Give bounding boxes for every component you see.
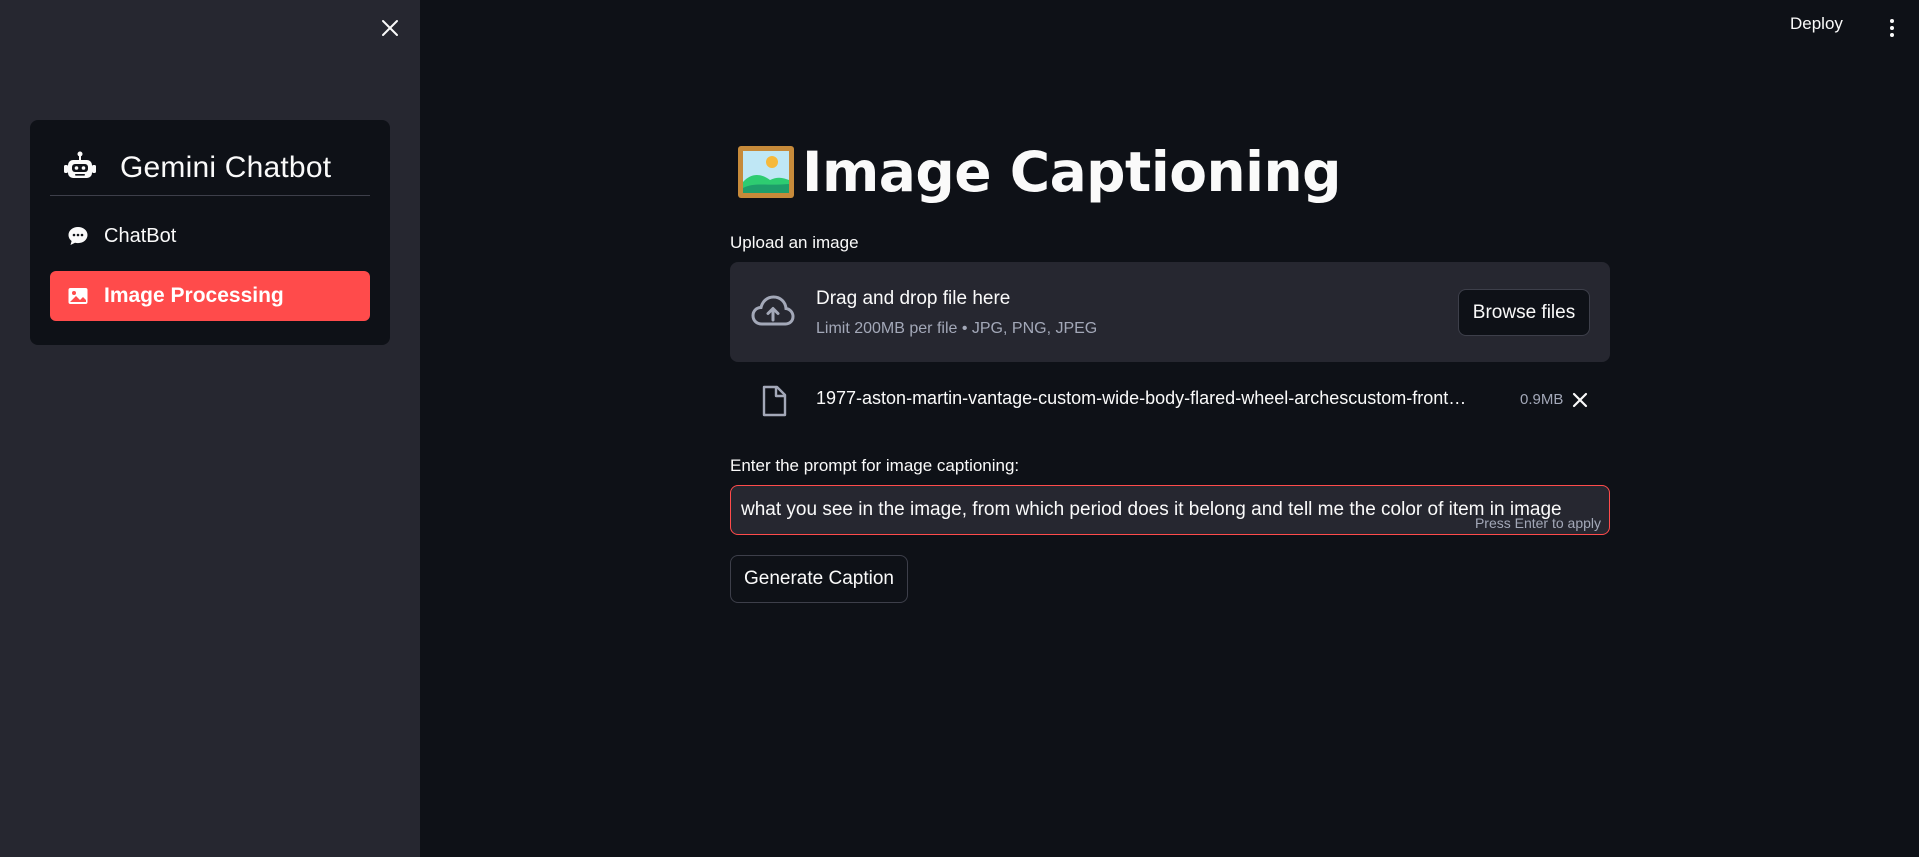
uploaded-file-name: 1977-aston-martin-vantage-custom-wide-bo… [816,388,1467,408]
robot-icon [64,151,96,178]
file-icon [762,385,787,417]
framed-picture-icon [738,146,794,198]
remove-file-icon[interactable] [1570,390,1590,410]
cloud-upload-icon [751,295,795,326]
page-title-text: Image Captioning [802,140,1342,204]
file-dropzone[interactable]: Drag and drop file here Limit 200MB per … [730,262,1610,362]
option-menu: Gemini Chatbot ChatBot Image Processing [30,120,390,345]
page-title: Image Captioning [736,140,1342,204]
menu-header: Gemini Chatbot [50,140,370,196]
menu-title: Gemini Chatbot [120,150,332,184]
browse-files-button[interactable]: Browse files [1458,289,1590,336]
sidebar-item-chatbot[interactable]: ChatBot [50,211,370,261]
upload-label: Upload an image [730,233,859,252]
app-root: Gemini Chatbot ChatBot Image Processing [0,0,1919,857]
uploaded-file-row: 1977-aston-martin-vantage-custom-wide-bo… [730,380,1610,420]
press-enter-hint: Press Enter to apply [1474,515,1601,531]
sidebar-item-label: Image Processing [104,284,284,307]
more-options-icon[interactable] [1882,16,1902,40]
dropzone-limit-text: Limit 200MB per file • JPG, PNG, JPEG [816,320,1098,337]
generate-caption-button[interactable]: Generate Caption [730,555,908,603]
close-icon[interactable] [378,16,402,40]
prompt-label: Enter the prompt for image captioning: [730,456,1020,475]
sidebar-item-label: ChatBot [104,224,177,247]
prompt-input-container: Press Enter to apply [730,485,1610,535]
prompt-input[interactable] [741,486,1601,534]
uploaded-file-size: 0.9MB [1520,391,1564,408]
sidebar-item-image-processing[interactable]: Image Processing [50,271,370,321]
deploy-button[interactable]: Deploy [1790,14,1843,34]
dropzone-title: Drag and drop file here [816,288,1011,309]
image-icon [68,288,88,304]
chat-bubble-icon [68,227,88,245]
sidebar: Gemini Chatbot ChatBot Image Processing [0,0,420,857]
